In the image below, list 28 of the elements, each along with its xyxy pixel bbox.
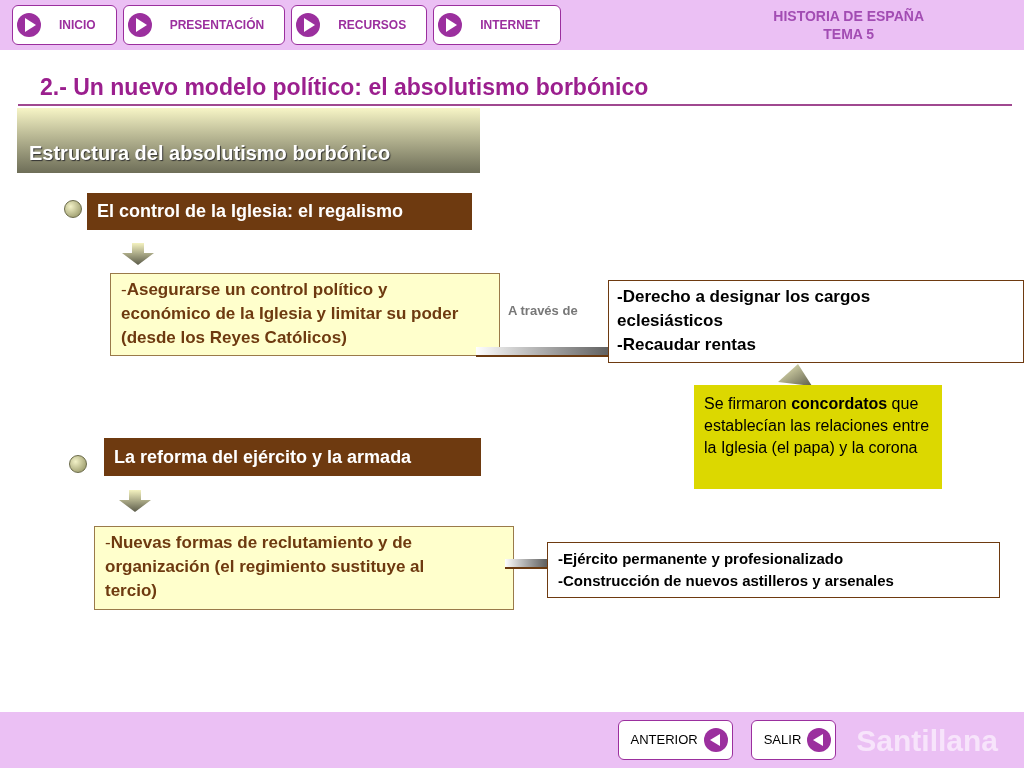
connector-label: A través de (508, 302, 578, 320)
summary-box: -Nuevas formas de reclutamiento y de organización (el regimiento sustituye al tercio) (94, 526, 514, 610)
topic-label: TEMA 5 (823, 25, 875, 43)
connector-bar (505, 559, 550, 569)
down-arrow-icon (121, 243, 155, 265)
detail-box: -Derecho a designar los cargos eclesiásticos -Recaudar rentas (608, 280, 1024, 363)
slide-title: 2.- Un nuevo modelo político: el absolutismo borbónico (40, 73, 649, 102)
footer-button[interactable]: ANTERIOR (617, 720, 733, 760)
play-icon (127, 13, 152, 37)
play-icon (438, 13, 463, 37)
down-arrow-icon (118, 490, 152, 512)
bullet-icon (69, 455, 87, 473)
summary-box: -Asegurarse un control político y económico de la Iglesia y limitar su poder (desde los Reyes Católicos) (110, 273, 500, 356)
footer-button[interactable]: SALIR (750, 720, 837, 760)
topic-heading: La reforma del ejército y la armada (104, 438, 481, 476)
topic-heading: El control de la Iglesia: el regalismo (87, 193, 472, 230)
detail-box: -Ejército permanente y profesionalizado -Construcción de nuevos astilleros y arsenales (547, 542, 1000, 598)
nav-button[interactable]: INICIO (12, 5, 117, 45)
subject-label: HISTORIA DE ESPAÑA (773, 7, 924, 25)
pointer-triangle-icon (778, 364, 812, 386)
note-box: Se firmaron concordatos que establecían las relaciones entre la Iglesia (el papa) y la corona (694, 385, 942, 489)
play-icon (17, 13, 41, 37)
play-icon (296, 13, 321, 37)
bullet-icon (64, 200, 82, 218)
nav-button[interactable]: PRESENTACIÓN (122, 5, 286, 45)
section-title: Estructura del absolutismo borbónico (17, 108, 480, 173)
nav-button[interactable]: INTERNET (433, 5, 562, 45)
nav-button[interactable]: RECURSOS (291, 5, 428, 45)
